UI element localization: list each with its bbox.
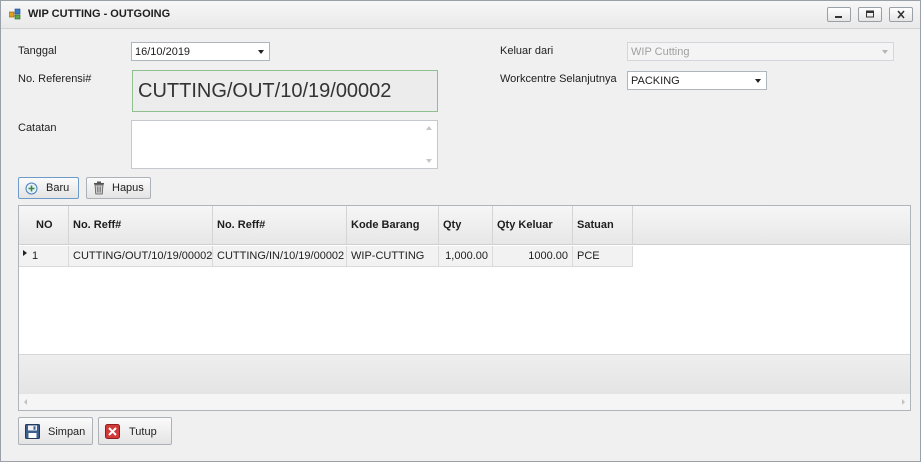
close-red-icon (105, 424, 120, 439)
table-cell-qty[interactable]: 1,000.00 (439, 246, 493, 267)
app-icon (9, 8, 21, 20)
tutup-label: Tutup (129, 426, 157, 438)
scroll-left-icon[interactable] (24, 399, 27, 405)
tutup-button[interactable]: Tutup (98, 417, 172, 445)
column-header-no-reff-in[interactable]: No. Reff# (213, 206, 347, 245)
data-grid[interactable]: NO No. Reff# No. Reff# Kode Barang Qty Q… (18, 205, 911, 411)
minimize-button[interactable] (827, 7, 851, 22)
workcentre-label: Workcentre Selanjutnya (500, 73, 617, 85)
simpan-button[interactable]: Simpan (18, 417, 93, 445)
dropdown-arrow-icon (882, 50, 888, 54)
table-cell-qty-keluar[interactable]: 1000.00 (493, 246, 573, 267)
table-cell-satuan[interactable]: PCE (573, 246, 633, 267)
no-referensi-label: No. Referensi# (18, 73, 92, 85)
no-referensi-field[interactable]: CUTTING/OUT/10/19/00002 (132, 70, 438, 112)
table-cell-no-reff[interactable]: CUTTING/OUT/10/19/00002 (69, 246, 213, 267)
horizontal-scrollbar[interactable] (19, 394, 910, 410)
workcentre-value: PACKING (631, 75, 680, 87)
table-cell-kode-barang[interactable]: WIP-CUTTING (347, 246, 439, 267)
main-window: WIP CUTTING - OUTGOING Tanggal 16/10/201… (0, 0, 921, 462)
tanggal-date-picker[interactable]: 16/10/2019 (131, 42, 270, 61)
column-header-qty[interactable]: Qty (439, 206, 493, 245)
column-header-no-reff[interactable]: No. Reff# (69, 206, 213, 245)
keluar-dari-label: Keluar dari (500, 45, 554, 57)
catatan-textarea[interactable] (131, 120, 438, 169)
scroll-right-icon[interactable] (902, 399, 905, 405)
hapus-button[interactable]: Hapus (86, 177, 151, 199)
workcentre-select[interactable]: PACKING (627, 71, 767, 90)
column-header-empty (633, 206, 910, 245)
dropdown-arrow-icon[interactable] (258, 50, 264, 54)
dropdown-arrow-icon[interactable] (755, 79, 761, 83)
close-button[interactable] (889, 7, 913, 22)
table-row-no-cell[interactable]: 1 (19, 246, 69, 267)
baru-button[interactable]: Baru (18, 177, 79, 199)
column-header-qty-keluar[interactable]: Qty Keluar (493, 206, 573, 245)
maximize-icon (866, 10, 874, 18)
keluar-dari-select: WIP Cutting (627, 42, 894, 61)
close-icon (897, 10, 905, 19)
minimize-icon (835, 16, 842, 18)
trash-icon (94, 181, 104, 195)
column-header-kode-barang[interactable]: Kode Barang (347, 206, 439, 245)
row-indicator-icon (23, 250, 27, 256)
scroll-down-icon[interactable] (426, 159, 432, 163)
grid-footer (19, 354, 910, 395)
save-icon (25, 424, 40, 439)
add-icon (25, 182, 38, 195)
window-title: WIP CUTTING - OUTGOING (28, 8, 171, 20)
tanggal-label: Tanggal (18, 45, 57, 57)
hapus-label: Hapus (112, 182, 144, 194)
column-header-satuan[interactable]: Satuan (573, 206, 633, 245)
tanggal-value: 16/10/2019 (135, 46, 191, 58)
column-header-no[interactable]: NO (19, 206, 69, 245)
title-bar[interactable]: WIP CUTTING - OUTGOING (1, 1, 920, 29)
keluar-dari-value: WIP Cutting (631, 46, 690, 58)
maximize-button[interactable] (858, 7, 882, 22)
no-referensi-value: CUTTING/OUT/10/19/00002 (138, 80, 392, 102)
scroll-up-icon[interactable] (426, 126, 432, 130)
simpan-label: Simpan (48, 426, 86, 438)
catatan-label: Catatan (18, 122, 57, 134)
baru-label: Baru (46, 182, 70, 194)
table-cell-no-reff-in[interactable]: CUTTING/IN/10/19/00002 (213, 246, 347, 267)
